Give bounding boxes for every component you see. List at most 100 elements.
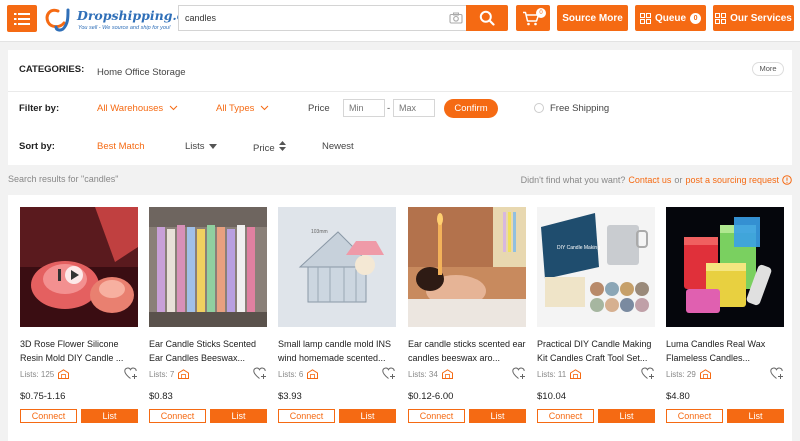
product-card[interactable]: DIY Candle Making Practical DIY Candle M…	[537, 195, 655, 441]
search-box	[178, 5, 466, 31]
or-text: or	[674, 175, 683, 185]
product-image[interactable]	[149, 207, 267, 327]
heart-plus-icon[interactable]	[512, 367, 526, 380]
post-sourcing-request-link[interactable]: post a sourcing request	[685, 175, 779, 185]
product-title[interactable]: Ear Candle Sticks Scented Ear Candles Be…	[149, 337, 267, 365]
divider	[8, 91, 792, 92]
lists-count: Lists: 34	[408, 369, 438, 379]
free-shipping-label: Free Shipping	[550, 103, 610, 114]
connect-button[interactable]: Connect	[537, 409, 594, 423]
chevron-down-icon	[260, 105, 269, 111]
list-button[interactable]: List	[210, 409, 267, 423]
connect-button[interactable]: Connect	[20, 409, 77, 423]
warehouse-icon	[307, 369, 319, 379]
search-icon	[479, 10, 495, 26]
heart-plus-icon[interactable]	[253, 367, 267, 380]
product-card[interactable]: Ear candle sticks scented ear candles be…	[408, 195, 526, 441]
menu-button[interactable]	[7, 5, 37, 32]
lists-count: Lists: 125	[20, 369, 55, 379]
filter-panel: CATEGORIES: Home Office Storage More Fil…	[8, 50, 792, 165]
site-logo[interactable]: Dropshipping.com You sell - We source an…	[44, 4, 206, 36]
chevron-down-icon	[169, 105, 178, 111]
product-title[interactable]: 3D Rose Flower Silicone Resin Mold DIY C…	[20, 337, 138, 365]
warehouses-label: All Warehouses	[97, 103, 164, 114]
product-image[interactable]: 103mm	[278, 207, 396, 327]
connect-button[interactable]: Connect	[666, 409, 723, 423]
svg-text:103mm: 103mm	[311, 229, 328, 235]
list-button[interactable]: List	[598, 409, 655, 423]
source-more-button[interactable]: Source More	[557, 5, 628, 31]
cart-count-badge: 0	[536, 8, 546, 18]
product-price: $4.80	[666, 391, 690, 402]
queue-label: Queue	[654, 12, 687, 24]
info-icon[interactable]	[782, 175, 792, 185]
product-card[interactable]: Ear Candle Sticks Scented Ear Candles Be…	[149, 195, 267, 441]
product-card[interactable]: 103mm Small lamp candle mold INS wind ho…	[278, 195, 396, 441]
warehouse-icon	[58, 369, 70, 379]
sort-price[interactable]: Price	[253, 141, 287, 154]
our-services-button[interactable]: Our Services	[713, 5, 794, 31]
product-title[interactable]: Ear candle sticks scented ear candles be…	[408, 337, 526, 365]
product-title[interactable]: Practical DIY Candle Making Kit Candles …	[537, 337, 655, 365]
not-found-text: Didn't find what you want?	[520, 175, 626, 185]
camera-icon[interactable]	[449, 11, 463, 25]
cart-button[interactable]: 0	[516, 5, 550, 31]
types-label: All Types	[216, 103, 255, 114]
product-image[interactable]: DIY Candle Making	[537, 207, 655, 327]
connect-button[interactable]: Connect	[278, 409, 335, 423]
lists-count: Lists: 11	[537, 369, 567, 379]
sourcing-help: Didn't find what you want? Contact us or…	[521, 175, 792, 185]
logo-tagline: You sell - We source and ship for you!	[78, 25, 171, 31]
price-max-input[interactable]	[393, 99, 435, 117]
product-card[interactable]: 3D Rose Flower Silicone Resin Mold DIY C…	[20, 195, 138, 441]
category-home-office-storage[interactable]: Home Office Storage	[97, 67, 186, 78]
product-image[interactable]	[666, 207, 784, 327]
types-dropdown[interactable]: All Types	[216, 103, 269, 114]
product-lists: Lists: 7	[149, 369, 190, 379]
list-button[interactable]: List	[339, 409, 396, 423]
product-price: $0.83	[149, 391, 173, 402]
warehouse-icon	[441, 369, 453, 379]
search-results-text: Search results for "candles"	[8, 174, 119, 184]
product-title[interactable]: Small lamp candle mold INS wind homemade…	[278, 337, 396, 365]
svg-text:DIY Candle Making: DIY Candle Making	[557, 245, 600, 251]
queue-button[interactable]: Queue 0	[635, 5, 706, 31]
heart-plus-icon[interactable]	[382, 367, 396, 380]
logo-mark-icon	[45, 8, 70, 32]
source-more-label: Source More	[562, 12, 623, 24]
price-dash: -	[387, 103, 391, 114]
connect-button[interactable]: Connect	[149, 409, 206, 423]
warehouse-icon	[178, 369, 190, 379]
heart-plus-icon[interactable]	[770, 367, 784, 380]
sort-lists[interactable]: Lists	[185, 141, 218, 152]
product-price: $3.93	[278, 391, 302, 402]
product-price: $10.04	[537, 391, 567, 402]
heart-plus-icon[interactable]	[641, 367, 655, 380]
sort-lists-label: Lists	[185, 141, 205, 152]
search-input[interactable]	[179, 6, 434, 30]
connect-button[interactable]: Connect	[408, 409, 465, 423]
product-lists: Lists: 125	[20, 369, 70, 379]
free-shipping-radio[interactable]	[534, 103, 544, 113]
sort-newest[interactable]: Newest	[322, 141, 354, 152]
sort-best-match[interactable]: Best Match	[97, 141, 145, 152]
product-image[interactable]	[408, 207, 526, 327]
menu-icon	[14, 12, 30, 25]
lists-count: Lists: 6	[278, 369, 304, 379]
warehouses-dropdown[interactable]: All Warehouses	[97, 103, 178, 114]
contact-us-link[interactable]: Contact us	[628, 175, 671, 185]
search-button[interactable]	[466, 5, 508, 31]
sort-price-label: Price	[253, 143, 275, 154]
list-button[interactable]: List	[727, 409, 784, 423]
heart-plus-icon[interactable]	[124, 367, 138, 380]
product-card[interactable]: Luma Candles Real Wax Flameless Candles.…	[666, 195, 784, 441]
list-button[interactable]: List	[469, 409, 526, 423]
more-categories-button[interactable]: More	[752, 62, 784, 76]
queue-count-badge: 0	[690, 12, 702, 24]
product-image[interactable]	[20, 207, 138, 327]
confirm-button[interactable]: Confirm	[444, 99, 498, 118]
warehouse-icon	[699, 369, 711, 379]
list-button[interactable]: List	[81, 409, 138, 423]
price-min-input[interactable]	[343, 99, 385, 117]
product-title[interactable]: Luma Candles Real Wax Flameless Candles.…	[666, 337, 784, 365]
